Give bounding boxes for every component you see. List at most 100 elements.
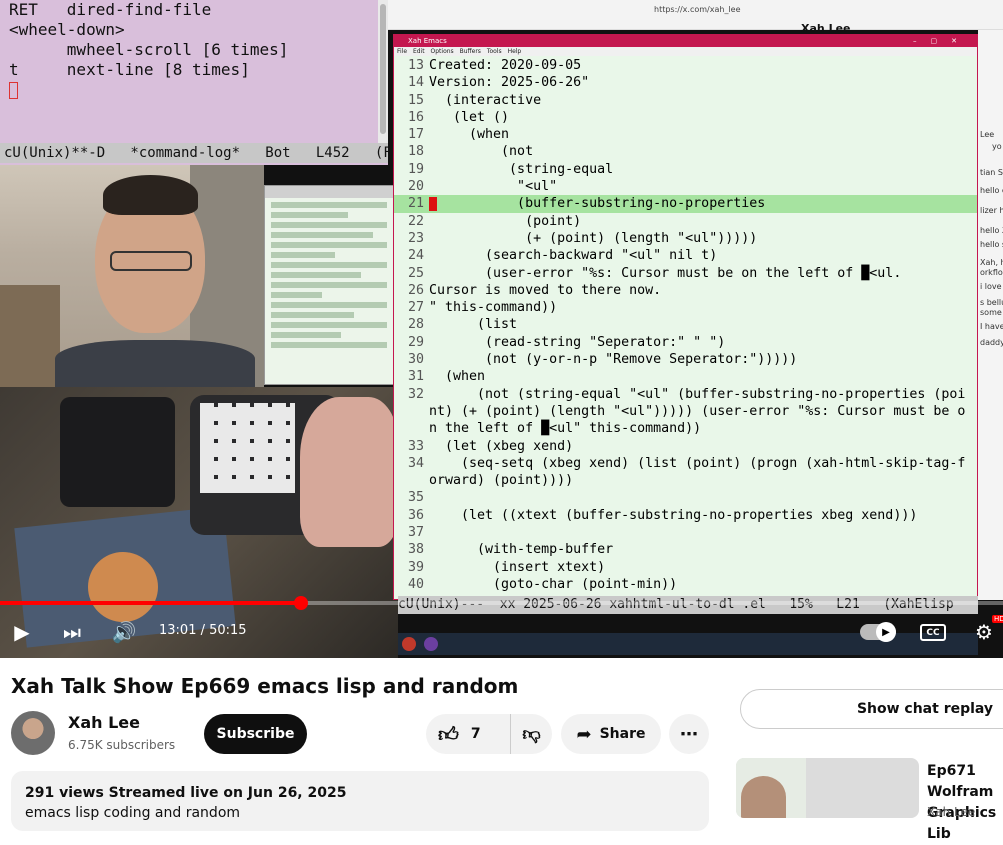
code-line: 23 (+ (point) (length "<ul"))))) [394,230,977,247]
dislike-button[interactable]: 👎︎ [511,714,552,754]
more-actions-button[interactable]: ⋯ [669,714,709,754]
channel-name[interactable]: Xah Lee [68,713,140,732]
autoplay-play-icon: ▶ [876,622,896,642]
code-line: 24 (search-backward "<ul" nil t) [394,247,977,264]
code-text: Created: 2020-09-05 [429,58,582,73]
emacs-title: Xah Emacs [408,37,447,45]
menu-buffers[interactable]: Buffers [460,48,481,55]
emacs-mode-line: cU(Unix)--- xx 2025-06-26 xahhtml-ul-to-… [398,596,978,614]
line-number: 30 [407,352,424,368]
code-text: n the left of █<ul" this-command)) [429,421,702,437]
code-line: 25 (user-error "%s: Cursor must be on th… [394,265,977,282]
chat-fragment: orkflows [980,268,1003,277]
menu-tools[interactable]: Tools [487,48,502,55]
text-cursor [0,80,388,100]
code-line: 38 (with-temp-buffer [394,541,977,558]
code-line: 27 " this-command)) [394,299,977,316]
code-text: (let (xbeg xend) [429,438,574,454]
live-chat-strip: Lee yo tian San hello c lizer hi hello X… [978,30,1003,600]
app-icon[interactable] [424,637,438,651]
chat-fragment: lizer hi [980,206,1003,215]
settings-gear-icon[interactable]: ⚙ [972,620,996,644]
emacs-title-bar: Xah Emacs –▢✕ [394,35,977,47]
command-log-line: t next-line [8 times] [9,60,250,79]
command-log-scrollbar [378,0,388,143]
code-line: 19 (string-equal [394,161,977,178]
code-text: " this-command)) [429,300,558,316]
code-line: 14 Version: 2025-06-26" [394,74,977,91]
chat-fragment: tian San [980,168,1003,177]
code-line: 29 (read-string "Seperator:" " ") [394,334,977,351]
code-line: 33 (let (xbeg xend) [394,438,977,455]
line-number: 24 [407,248,424,264]
captions-button[interactable]: CC [920,624,946,641]
webcam-keyboard [0,387,398,658]
menu-help[interactable]: Help [508,48,522,55]
progress-bar[interactable] [0,596,1003,610]
channel-avatar[interactable] [11,711,55,755]
play-icon[interactable]: ▶ [10,620,34,644]
scrubber-handle[interactable] [293,596,308,610]
time-display: 13:01 / 50:15 [159,623,247,638]
code-line: orward) (point)))) [394,472,977,489]
line-number: 29 [407,334,424,350]
code-text: (point) [429,213,582,229]
command-log-line: <wheel-down> [9,20,125,39]
command-log-mode-line: cU(Unix)**-D *command-log* Bot L452 (Fun [0,143,388,163]
chat-fragment: daddy [980,338,1003,347]
line-number: 17 [407,127,424,143]
share-arrow-icon: ➦ [576,723,592,745]
line-number: 37 [407,525,424,541]
code-text: orward) (point)))) [429,473,574,489]
app-icon[interactable] [402,637,416,651]
menu-edit[interactable]: Edit [413,48,425,55]
line-number: 32 [407,386,424,402]
line-number: 28 [407,317,424,333]
code-text: (buffer-substring-no-properties [429,196,766,212]
emacs-window: Xah Emacs –▢✕ File Edit Options Buffers … [393,34,978,600]
command-log-line: mwheel-scroll [6 times] [9,40,289,59]
code-line: 30 (not (y-or-n-p "Remove Seperator:")))… [394,351,977,368]
volume-icon[interactable]: 🔊 [112,620,137,644]
browser-toolbar: https://x.com/xah_lee Xah Lee [388,0,1003,35]
address-bar: https://x.com/xah_lee [654,5,741,14]
cursor-box [9,82,18,99]
code-line: 17 (when [394,126,977,143]
webcam-face [0,165,264,387]
line-number: 31 [407,369,424,385]
code-line: 37 [394,524,977,541]
video-player[interactable]: RET dired-find-file <wheel-down> mwheel-… [0,0,1003,658]
code-text: (when [429,369,486,385]
menu-file[interactable]: File [397,48,407,55]
next-icon[interactable]: ⏭ [60,620,84,644]
code-text: "<ul" [429,179,558,195]
code-line: 15 (interactive [394,92,977,109]
recommended-title[interactable]: Ep671 Wolfram Graphics Lib [927,761,1003,845]
chat-fragment: I have [980,322,1003,331]
code-text: (read-string "Seperator:" " ") [429,334,726,350]
line-number: 35 [407,490,424,506]
code-text: (when [429,127,510,143]
line-number: 16 [407,109,424,125]
menu-options[interactable]: Options [431,48,454,55]
code-line: 39 (insert xtext) [394,559,977,576]
command-log-window: RET dired-find-file <wheel-down> mwheel-… [0,0,388,165]
views-and-date: 291 views Streamed live on Jun 26, 2025 [25,785,347,801]
code-editor[interactable]: 13 Created: 2020-09-05 14 Version: 2025-06-… [394,57,977,597]
recommended-thumbnail[interactable] [736,758,919,818]
line-number: 22 [407,213,424,229]
code-line: 36 (let ((xtext (buffer-substring-no-pro… [394,507,977,524]
line-number: 36 [407,507,424,523]
autoplay-toggle[interactable]: ▶ [860,622,896,642]
share-button[interactable]: ➦ Share [561,714,661,754]
show-chat-replay-button[interactable]: Show chat replay [740,689,1003,729]
window-controls-icon[interactable]: –▢✕ [913,35,971,47]
like-button[interactable]: 👍︎ 7 [426,714,511,754]
line-number: 26 [407,282,424,298]
line-number: 15 [407,92,424,108]
recommended-channel: Xah Lee [927,805,976,819]
command-log-line: RET dired-find-file [9,0,212,19]
code-line: 21 (buffer-substring-no-properties [394,195,977,213]
description-box[interactable]: 291 views Streamed live on Jun 26, 2025 … [11,771,709,831]
subscribe-button[interactable]: Subscribe [204,714,307,754]
